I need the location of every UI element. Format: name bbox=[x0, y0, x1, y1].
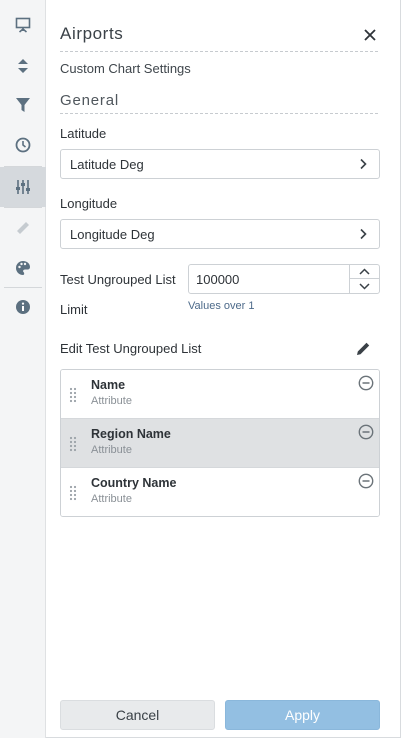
panel-title: Airports bbox=[60, 24, 124, 43]
clock-icon bbox=[15, 137, 31, 153]
divider bbox=[60, 51, 378, 52]
sort-icon bbox=[18, 59, 28, 73]
close-button[interactable] bbox=[362, 27, 378, 43]
list-item-type: Attribute bbox=[91, 444, 132, 456]
chevron-down-icon bbox=[359, 282, 370, 290]
cancel-button[interactable]: Cancel bbox=[60, 700, 215, 730]
edit-list-button[interactable] bbox=[356, 341, 372, 357]
list-item-name: Region Name bbox=[91, 427, 171, 441]
decrement-button[interactable] bbox=[350, 279, 379, 293]
section-heading-general: General bbox=[60, 92, 119, 109]
rail-button-ruler bbox=[0, 208, 46, 248]
pencil-icon bbox=[357, 342, 370, 355]
remove-circle-icon[interactable] bbox=[358, 473, 374, 489]
list-item-type: Attribute bbox=[91, 493, 132, 505]
chevron-up-icon bbox=[359, 268, 370, 275]
list-item-name: Country Name bbox=[91, 476, 177, 490]
longitude-value: Longitude Deg bbox=[70, 226, 155, 242]
list-item[interactable]: Region Name Attribute bbox=[61, 419, 379, 468]
limit-hint: Values over 1 bbox=[188, 300, 255, 312]
edit-list-label: Edit Test Ungrouped List bbox=[60, 341, 202, 356]
palette-icon bbox=[16, 261, 30, 275]
presentation-icon bbox=[15, 17, 31, 33]
side-rail bbox=[0, 0, 46, 738]
rail-button-history[interactable] bbox=[0, 125, 46, 165]
rail-button-filter[interactable] bbox=[0, 85, 46, 125]
remove-circle-icon[interactable] bbox=[358, 375, 374, 391]
settings-panel: Airports Custom Chart Settings General L… bbox=[46, 0, 401, 738]
chevron-right-icon bbox=[360, 228, 367, 240]
rail-button-info[interactable] bbox=[0, 287, 46, 327]
rail-button-sort[interactable] bbox=[0, 46, 46, 86]
list-item[interactable]: Name Attribute bbox=[61, 370, 379, 419]
latitude-value: Latitude Deg bbox=[70, 156, 144, 172]
sliders-icon bbox=[16, 180, 30, 194]
panel-subtitle: Custom Chart Settings bbox=[60, 61, 191, 76]
info-icon bbox=[16, 300, 30, 314]
increment-button[interactable] bbox=[350, 265, 379, 279]
latitude-select[interactable]: Latitude Deg bbox=[60, 149, 380, 179]
drag-handle-icon[interactable] bbox=[69, 485, 77, 501]
longitude-select[interactable]: Longitude Deg bbox=[60, 219, 380, 249]
limit-label: Test Ungrouped List bbox=[60, 272, 176, 287]
limit-input[interactable] bbox=[189, 265, 351, 293]
remove-circle-icon[interactable] bbox=[358, 424, 374, 440]
drag-handle-icon[interactable] bbox=[69, 387, 77, 403]
chevron-right-icon bbox=[360, 158, 367, 170]
latitude-label: Latitude bbox=[60, 126, 107, 141]
limit-label-line2: Limit bbox=[60, 302, 88, 317]
ruler-icon bbox=[17, 222, 29, 234]
apply-button[interactable]: Apply bbox=[225, 700, 380, 730]
rail-button-style[interactable] bbox=[0, 248, 46, 288]
drag-handle-icon[interactable] bbox=[69, 436, 77, 452]
filter-icon bbox=[16, 97, 30, 112]
attribute-list: Name Attribute Region Name Attribute Cou… bbox=[60, 369, 380, 517]
limit-stepper bbox=[349, 265, 379, 293]
divider bbox=[60, 113, 378, 114]
list-item[interactable]: Country Name Attribute bbox=[61, 468, 379, 516]
rail-button-settings[interactable] bbox=[0, 167, 46, 207]
close-icon bbox=[364, 29, 376, 41]
rail-button-presentation[interactable] bbox=[0, 5, 46, 45]
list-item-type: Attribute bbox=[91, 395, 132, 407]
longitude-label: Longitude bbox=[60, 196, 118, 211]
list-item-name: Name bbox=[91, 378, 126, 392]
limit-number-input bbox=[188, 264, 380, 294]
